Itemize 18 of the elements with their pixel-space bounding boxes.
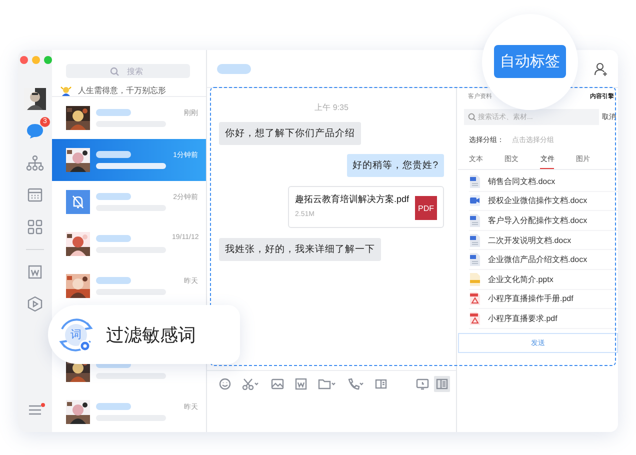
- file-list-item[interactable]: 企业文化简介.pptx: [488, 274, 554, 285]
- file-name: 趣拓云教育培训解决方案.pdf: [295, 194, 409, 205]
- file-list-item[interactable]: 小程序直播要求.pdf: [488, 312, 558, 324]
- callout-label: 过滤敏感词: [106, 324, 196, 346]
- status-motto: 人生需得意，千万别忘形: [78, 85, 166, 96]
- message-bubble: 好的稍等，您贵姓?: [346, 154, 444, 177]
- auto-tag-button[interactable]: 自动标签: [494, 44, 566, 78]
- file-list-item[interactable]: 二次开发说明文档.docx: [488, 234, 572, 246]
- file-list-item[interactable]: 客户导入分配操作文档.docx: [488, 214, 588, 226]
- file-list-item[interactable]: 小程序直播操作手册.pdf: [488, 293, 574, 304]
- file-list-item[interactable]: 授权企业微信操作文档.docx: [488, 195, 588, 206]
- message-bubble: 我姓张，好的，我来详细了解一下: [219, 238, 381, 261]
- file-list-item[interactable]: 销售合同文档.docx: [488, 176, 556, 187]
- search-field[interactable]: 搜索: [66, 64, 190, 78]
- pdf-icon: PDF: [415, 196, 437, 220]
- file-list-item[interactable]: 企业微信产品介绍文档.docx: [488, 254, 588, 266]
- message-time: 上午 9:35: [314, 102, 348, 113]
- message-bubble: 你好，想了解下你们产品介绍: [219, 122, 361, 145]
